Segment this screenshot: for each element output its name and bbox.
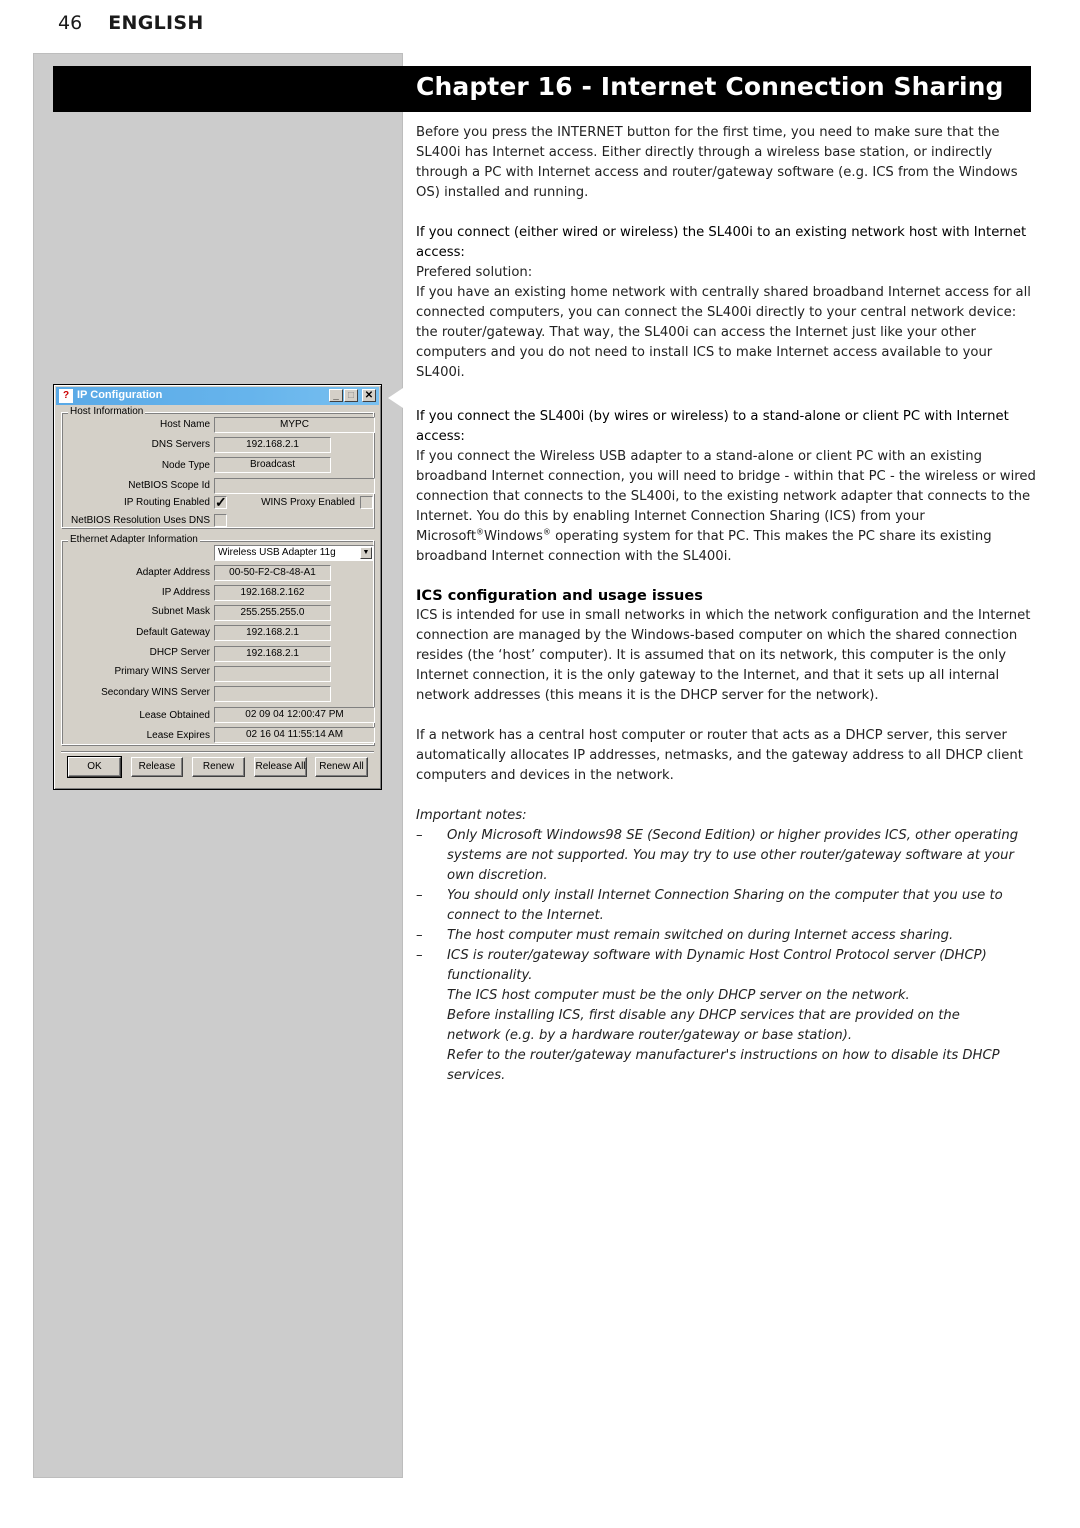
section3-body1: ICS is intended for use in small network… bbox=[416, 608, 1031, 703]
node-type-field: Broadcast bbox=[214, 457, 331, 473]
dialog-titlebar[interactable]: ? IP Configuration _ □ ✕ bbox=[56, 387, 379, 405]
note-item: – ICS is router/gateway software with Dyn… bbox=[416, 948, 987, 983]
adapter-select[interactable]: Wireless USB Adapter 11g ▼ bbox=[214, 545, 374, 561]
ip-address-field: 192.168.2.162 bbox=[214, 585, 331, 601]
dns-servers-label: DNS Servers bbox=[151, 439, 210, 450]
wins-proxy-checkbox[interactable] bbox=[360, 496, 373, 509]
subnet-mask-label: Subnet Mask bbox=[151, 606, 210, 617]
callout-pointer-icon bbox=[388, 388, 403, 408]
lease-expires-field: 02 16 04 11:55:14 AM bbox=[214, 727, 375, 743]
ok-button[interactable]: OK bbox=[67, 756, 122, 778]
ip-routing-label: IP Routing Enabled bbox=[124, 497, 210, 508]
main-content: Before you press the INTERNET button for… bbox=[416, 123, 1036, 1086]
adapter-address-label: Adapter Address bbox=[136, 567, 210, 578]
section1-lead: If you connect (either wired or wireless… bbox=[416, 225, 1027, 260]
section1-body: If you have an existing home network wit… bbox=[416, 285, 1031, 380]
minimize-button[interactable]: _ bbox=[329, 389, 343, 402]
ip-config-app-icon: ? bbox=[59, 389, 73, 403]
renew-all-button[interactable]: Renew All bbox=[315, 757, 368, 777]
netbios-scope-field bbox=[214, 478, 375, 494]
release-all-button[interactable]: Release All bbox=[254, 757, 307, 777]
note-item: – Only Microsoft Windows98 SE (Second Edi… bbox=[416, 828, 1019, 883]
netbios-scope-label: NetBIOS Scope Id bbox=[128, 480, 210, 491]
section2-body: If you connect the Wireless USB adapter … bbox=[416, 449, 1036, 564]
secondary-wins-label: Secondary WINS Server bbox=[101, 687, 210, 698]
subnet-mask-field: 255.255.255.0 bbox=[214, 605, 331, 621]
lease-expires-label: Lease Expires bbox=[146, 730, 210, 741]
release-button[interactable]: Release bbox=[131, 757, 183, 777]
dhcp-server-label: DHCP Server bbox=[149, 647, 210, 658]
note-item: – You should only install Internet Connec… bbox=[416, 888, 1003, 923]
dhcp-server-field: 192.168.2.1 bbox=[214, 646, 331, 662]
dns-servers-field: 192.168.2.1 bbox=[214, 437, 331, 453]
maximize-button[interactable]: □ bbox=[344, 389, 358, 402]
intro-paragraph: Before you press the INTERNET button for… bbox=[416, 125, 1018, 200]
close-button[interactable]: ✕ bbox=[362, 389, 376, 402]
default-gateway-label: Default Gateway bbox=[136, 627, 210, 638]
dialog-title: IP Configuration bbox=[77, 389, 163, 401]
lease-obtained-label: Lease Obtained bbox=[139, 710, 210, 721]
notes-title: Important notes: bbox=[416, 808, 527, 823]
wins-proxy-label: WINS Proxy Enabled bbox=[261, 497, 355, 508]
host-information-label: Host Information bbox=[68, 406, 146, 417]
adapter-address-field: 00-50-F2-C8-48-A1 bbox=[214, 565, 331, 581]
chapter-title: Chapter 16 - Internet Connection Sharing bbox=[416, 72, 1004, 101]
page-header: 46 ENGLISH bbox=[58, 12, 204, 34]
section1-subhead: Prefered solution: bbox=[416, 265, 533, 280]
lease-obtained-field: 02 09 04 12:00:47 PM bbox=[214, 707, 375, 723]
primary-wins-field bbox=[214, 666, 331, 682]
default-gateway-field: 192.168.2.1 bbox=[214, 625, 331, 641]
page-number: 46 bbox=[58, 12, 83, 34]
host-name-label: Host Name bbox=[159, 419, 210, 430]
note-continuation: Refer to the router/gateway manufacturer… bbox=[447, 1048, 1000, 1083]
note-item: – The host computer must remain switched … bbox=[416, 928, 954, 943]
language-label: ENGLISH bbox=[108, 12, 204, 34]
ethernet-adapter-label: Ethernet Adapter Information bbox=[68, 534, 200, 545]
ip-configuration-dialog: ? IP Configuration _ □ ✕ Host Informatio… bbox=[53, 384, 382, 790]
section3-heading: ICS configuration and usage issues bbox=[416, 588, 703, 604]
node-type-label: Node Type bbox=[161, 460, 210, 471]
netbios-dns-label: NetBIOS Resolution Uses DNS bbox=[71, 515, 210, 526]
note-continuation: Before installing ICS, first disable any… bbox=[447, 1008, 960, 1043]
chevron-down-icon[interactable]: ▼ bbox=[360, 547, 372, 559]
primary-wins-label: Primary WINS Server bbox=[114, 666, 210, 677]
section3-body2: If a network has a central host computer… bbox=[416, 728, 1023, 783]
renew-button[interactable]: Renew bbox=[192, 757, 245, 777]
secondary-wins-field bbox=[214, 686, 331, 702]
ip-address-label: IP Address bbox=[161, 587, 210, 598]
section2-lead: If you connect the SL400i (by wires or w… bbox=[416, 409, 1009, 444]
host-name-field: MYPC bbox=[214, 417, 375, 433]
note-continuation: The ICS host computer must be the only D… bbox=[447, 988, 910, 1003]
netbios-dns-checkbox[interactable] bbox=[214, 514, 227, 527]
